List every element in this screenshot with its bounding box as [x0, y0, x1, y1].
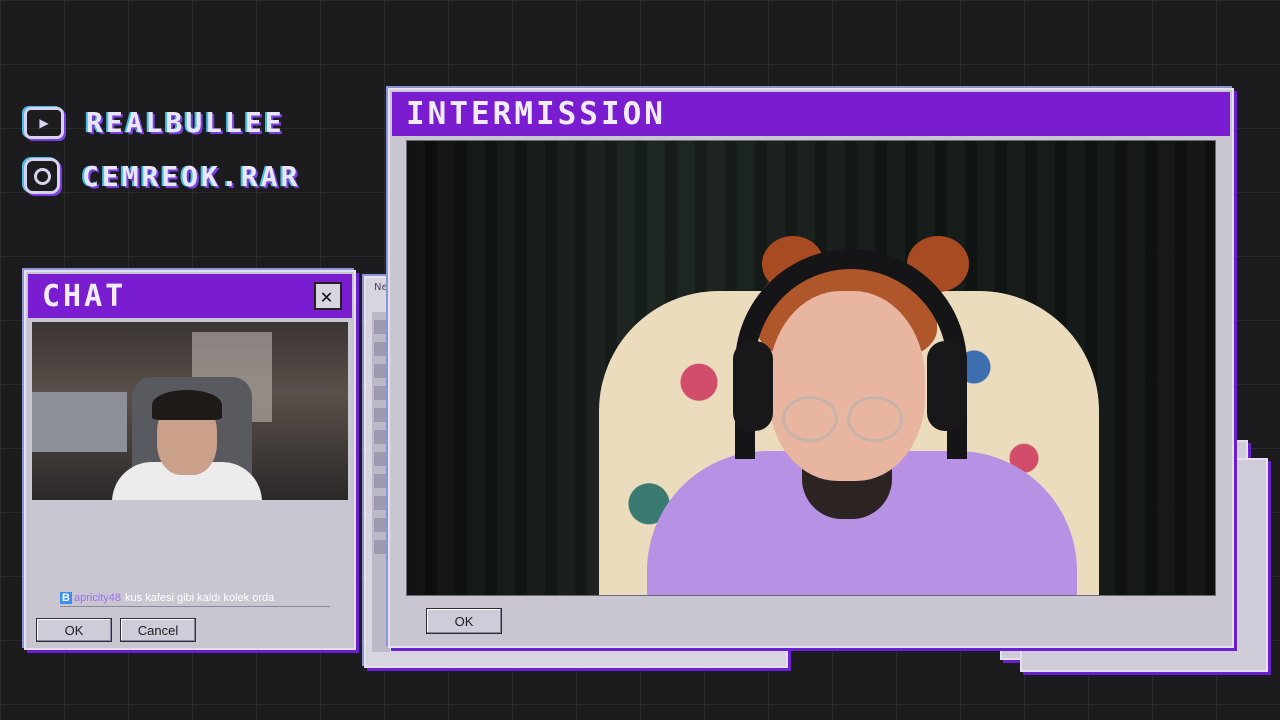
chat-message: Bapricity48 kus kafesi gibi kaldı kolek o… [60, 592, 330, 607]
intermission-ok-button[interactable]: OK [426, 608, 502, 634]
streamer-webcam-main [406, 140, 1216, 596]
user-badge: B [60, 592, 72, 604]
instagram-icon [24, 158, 60, 194]
social-youtube: ▶ REALBULLEE [24, 106, 285, 139]
chat-cancel-button[interactable]: Cancel [120, 618, 196, 642]
paint-window-title: Ne [374, 282, 388, 293]
pointer-tool-icon[interactable] [374, 474, 388, 488]
select-tool-icon[interactable] [374, 320, 388, 334]
close-icon[interactable]: ✕ [314, 282, 342, 310]
intermission-window: INTERMISSION OK [388, 88, 1234, 648]
chat-text: kus kafesi gibi kaldı kolek orda [125, 592, 275, 604]
fill-tool-icon[interactable] [374, 408, 388, 422]
brush-tool-icon[interactable] [374, 452, 388, 466]
chat-titlebar: CHAT ✕ [28, 274, 352, 318]
lasso-tool-icon[interactable] [374, 342, 388, 356]
pen-tool-icon[interactable] [374, 496, 388, 510]
eraser-tool-icon[interactable] [374, 386, 388, 400]
chat-window: CHAT ✕ Bapricity48 kus kafesi gibi kaldı … [24, 270, 356, 650]
youtube-icon: ▶ [24, 106, 64, 139]
hand-tool-icon[interactable] [374, 540, 388, 554]
chat-ok-button[interactable]: OK [36, 618, 112, 642]
text-tool-icon[interactable] [374, 518, 388, 532]
instagram-handle: CEMREOK.RAR [82, 159, 301, 193]
crop-tool-icon[interactable] [374, 364, 388, 378]
intermission-titlebar: INTERMISSION [392, 92, 1230, 136]
intermission-title: INTERMISSION [406, 96, 666, 132]
chat-title: CHAT [42, 278, 127, 314]
chat-username: apricity48 [73, 592, 122, 604]
social-instagram: CEMREOK.RAR [24, 158, 300, 194]
picker-tool-icon[interactable] [374, 430, 388, 444]
streamer-webcam-small [32, 322, 348, 500]
youtube-handle: REALBULLEE [86, 106, 285, 139]
